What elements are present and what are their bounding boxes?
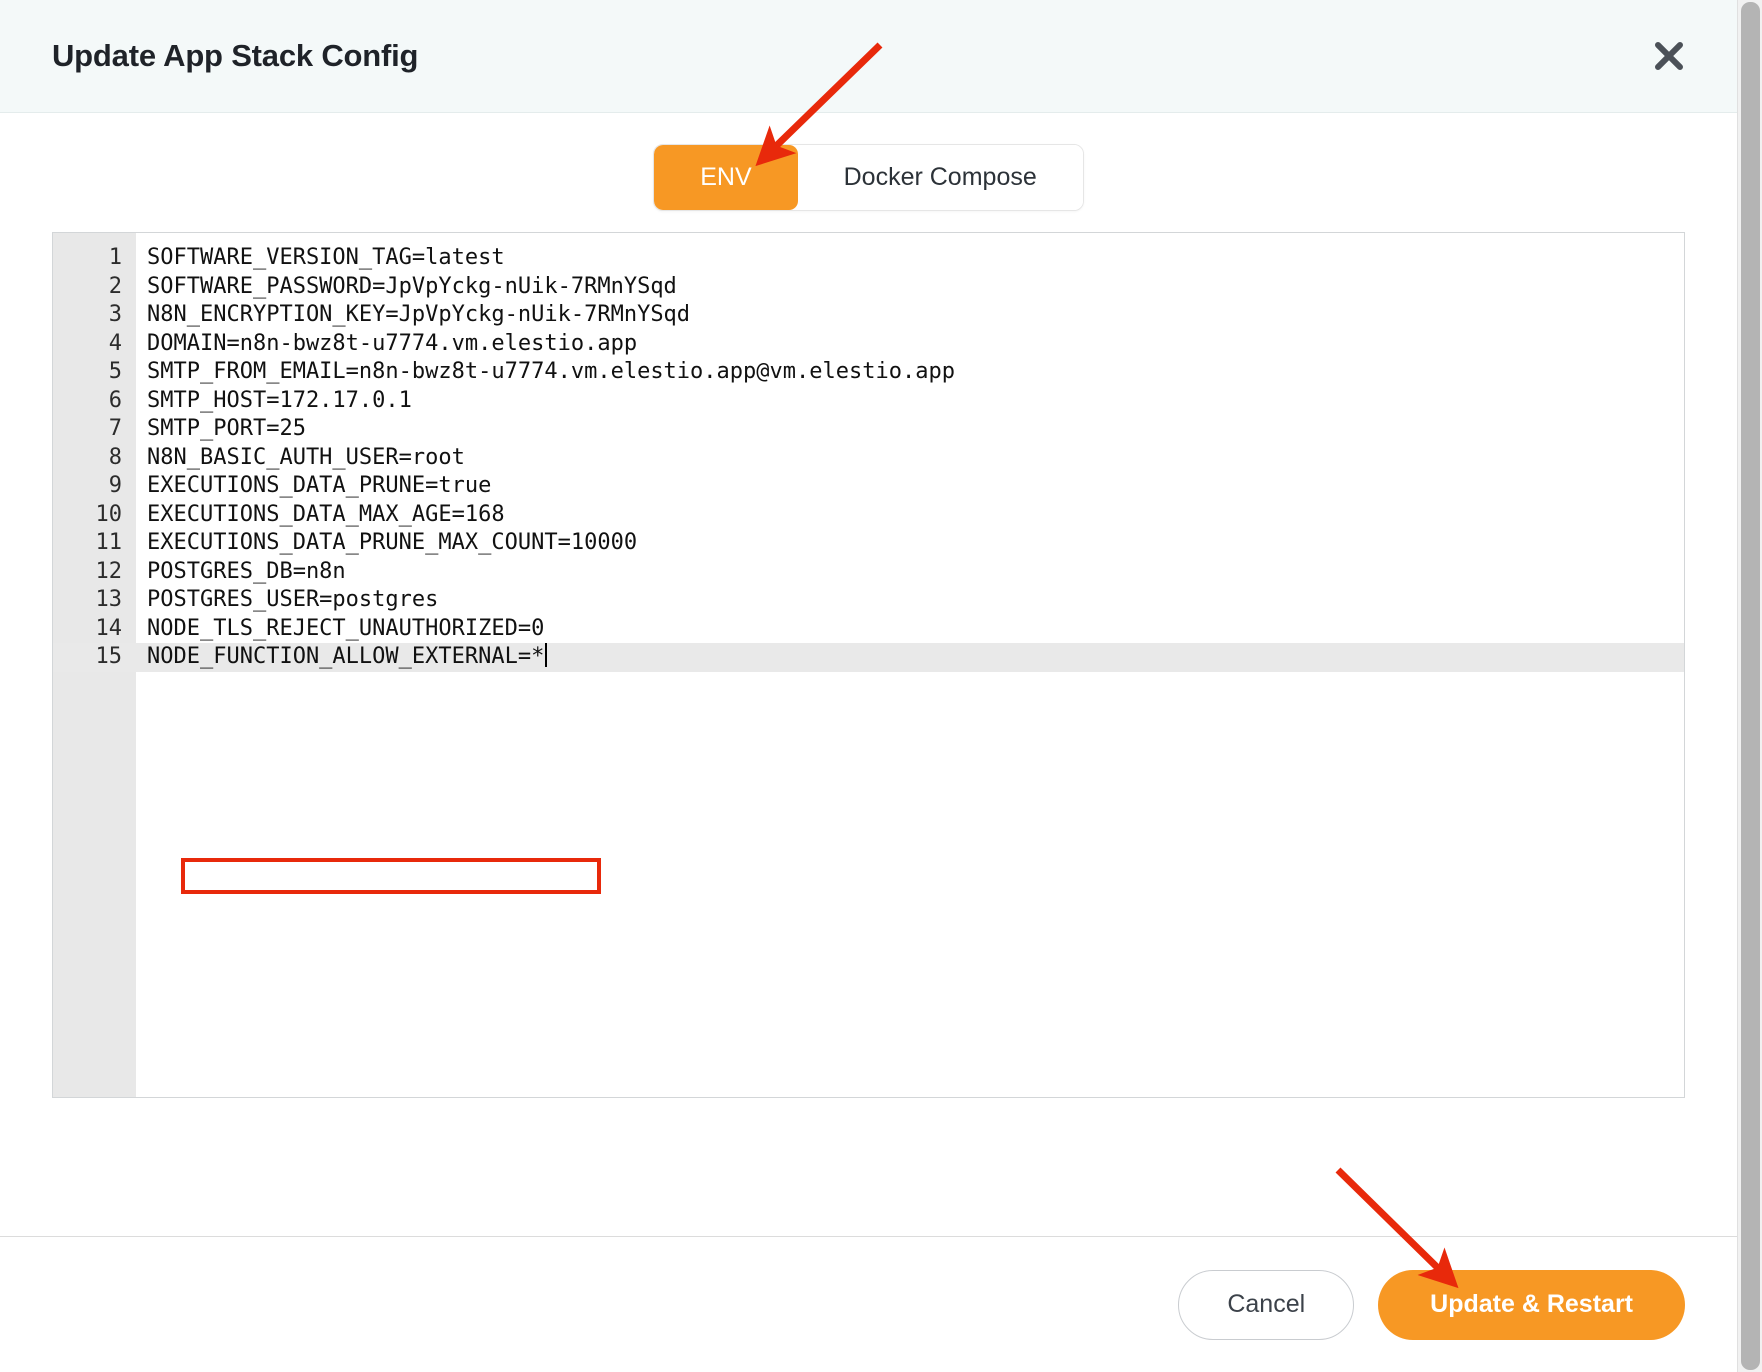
code-line[interactable]: EXECUTIONS_DATA_PRUNE_MAX_COUNT=10000 [136,529,1684,558]
update-and-restart-button[interactable]: Update & Restart [1378,1270,1685,1340]
code-line[interactable]: SMTP_HOST=172.17.0.1 [136,387,1684,416]
line-number: 7 [53,415,136,444]
code-line[interactable]: SOFTWARE_VERSION_TAG=latest [136,244,1684,273]
env-code-editor[interactable]: 1 2 3 4 5 6 7 8 9 10 11 12 13 14 15 [52,232,1685,1098]
code-line[interactable]: N8N_BASIC_AUTH_USER=root [136,444,1684,473]
code-line[interactable]: POSTGRES_USER=postgres [136,586,1684,615]
editor-line-number-gutter: 1 2 3 4 5 6 7 8 9 10 11 12 13 14 15 [53,233,136,1097]
modal-body: ENV Docker Compose 1 2 3 4 5 6 7 8 9 10 … [0,113,1737,1236]
config-tabs: ENV Docker Compose [653,144,1084,211]
page-title: Update App Stack Config [52,38,418,74]
close-icon[interactable] [1645,32,1693,80]
line-number: 12 [53,558,136,587]
modal-footer: Cancel Update & Restart [0,1236,1737,1372]
update-app-stack-config-modal: Update App Stack Config ENV Docker Compo… [0,0,1737,1372]
page-scrollbar-thumb[interactable] [1741,2,1760,1370]
line-number: 13 [53,586,136,615]
page-scrollbar[interactable] [1737,0,1762,1372]
editor-content[interactable]: SOFTWARE_VERSION_TAG=latest SOFTWARE_PAS… [136,233,1684,1097]
line-number: 10 [53,501,136,530]
code-line-active-text: NODE_FUNCTION_ALLOW_EXTERNAL=* [147,644,544,669]
line-number: 9 [53,472,136,501]
modal-header: Update App Stack Config [0,0,1737,113]
close-icon-glyph [1650,37,1688,75]
code-line[interactable]: EXECUTIONS_DATA_MAX_AGE=168 [136,501,1684,530]
code-line-active[interactable]: NODE_FUNCTION_ALLOW_EXTERNAL=* [136,643,1684,672]
code-line[interactable]: DOMAIN=n8n-bwz8t-u7774.vm.elestio.app [136,330,1684,359]
app-root: Update App Stack Config ENV Docker Compo… [0,0,1762,1372]
tab-docker-compose[interactable]: Docker Compose [798,145,1083,210]
code-line[interactable]: SMTP_PORT=25 [136,415,1684,444]
tab-env[interactable]: ENV [654,145,797,210]
code-line[interactable]: N8N_ENCRYPTION_KEY=JpVpYckg-nUik-7RMnYSq… [136,301,1684,330]
code-line[interactable]: EXECUTIONS_DATA_PRUNE=true [136,472,1684,501]
text-cursor [545,643,547,667]
line-number: 5 [53,358,136,387]
line-number: 3 [53,301,136,330]
code-line[interactable]: SMTP_FROM_EMAIL=n8n-bwz8t-u7774.vm.elest… [136,358,1684,387]
tabs-row: ENV Docker Compose [0,113,1737,232]
line-number: 11 [53,529,136,558]
code-line[interactable]: POSTGRES_DB=n8n [136,558,1684,587]
line-number: 14 [53,615,136,644]
line-number: 1 [53,244,136,273]
line-number: 8 [53,444,136,473]
cancel-button[interactable]: Cancel [1178,1270,1354,1340]
code-line[interactable]: SOFTWARE_PASSWORD=JpVpYckg-nUik-7RMnYSqd [136,273,1684,302]
line-number: 2 [53,273,136,302]
line-number-active: 15 [53,643,136,672]
line-number: 4 [53,330,136,359]
line-number: 6 [53,387,136,416]
code-line[interactable]: NODE_TLS_REJECT_UNAUTHORIZED=0 [136,615,1684,644]
